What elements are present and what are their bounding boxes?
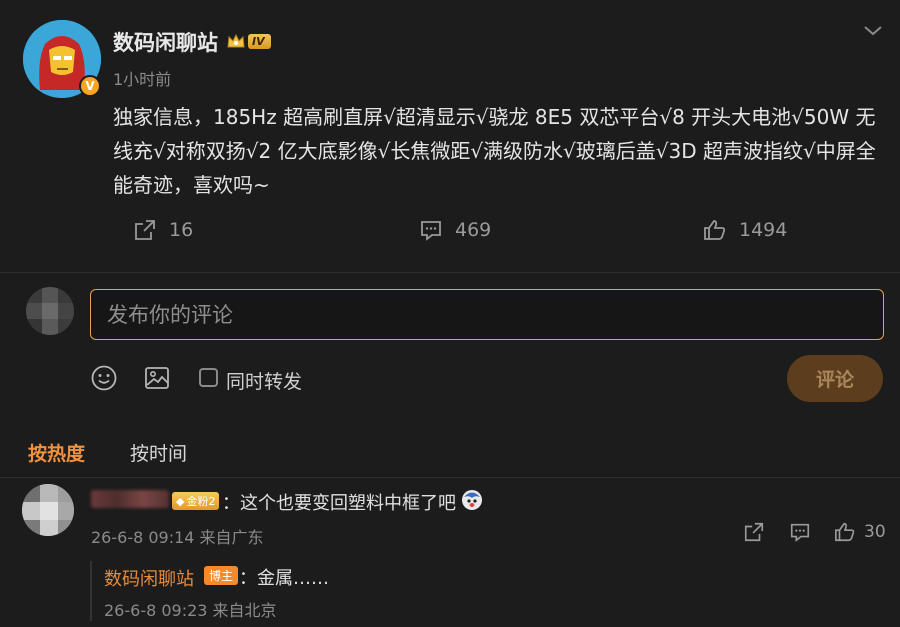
share-icon (135, 220, 155, 240)
share-icon[interactable] (743, 521, 765, 543)
fan-badge: ◆ 金粉2 (172, 492, 220, 510)
verified-badge: V (79, 75, 101, 97)
emoticon-icon (462, 490, 482, 510)
fan-badge-label: 金粉2 (186, 495, 216, 508)
comment-icon (421, 221, 441, 241)
chevron-down-icon[interactable] (862, 22, 884, 40)
comment-input[interactable] (90, 289, 884, 340)
comment-button[interactable]: 469 (419, 218, 491, 242)
level-badge: IV (226, 31, 271, 51)
like-count: 1494 (739, 219, 788, 241)
post-body: 独家信息，185Hz 超高刷直屏√超清显示√骁龙 8E5 双芯平台√8 开头大电… (113, 105, 876, 197)
level-label: IV (248, 33, 271, 49)
post-time: 1小时前 (113, 70, 172, 89)
like-button[interactable]: 1494 (703, 218, 787, 242)
commenter-avatar[interactable] (22, 484, 74, 536)
reply-author[interactable]: 数码闲聊站 (104, 565, 194, 591)
crown-icon (227, 33, 245, 48)
submit-comment-button[interactable]: 评论 (787, 355, 883, 402)
reply-thread-line (90, 561, 92, 621)
reply-meta: 26-6-8 09:23 来自北京 (104, 601, 277, 620)
divider (0, 272, 900, 273)
divider (0, 477, 900, 478)
comment-text: ：这个也要变回塑料中框了吧 (222, 493, 456, 514)
smiley-icon[interactable] (90, 364, 118, 392)
repost-count: 16 (169, 219, 194, 241)
comment-count: 469 (455, 219, 492, 241)
reply-text: ：金属…… (239, 568, 329, 589)
repost-button[interactable]: 16 (133, 218, 193, 242)
fan-icon: ◆ (176, 494, 185, 508)
comment-like-button[interactable]: 30 (834, 521, 886, 543)
commenter-name[interactable] (91, 490, 169, 508)
comment-icon[interactable] (789, 521, 811, 543)
comment-like-count: 30 (864, 522, 886, 542)
author-badge: 博主 (204, 566, 239, 585)
thumbs-up-icon (704, 220, 726, 240)
repost-checkbox[interactable] (199, 368, 218, 387)
author-name[interactable]: 数码闲聊站 (113, 27, 218, 57)
thumbs-up-icon (835, 522, 855, 542)
image-icon[interactable] (143, 364, 171, 392)
repost-label[interactable]: 同时转发 (226, 367, 302, 394)
user-avatar[interactable] (26, 287, 74, 335)
tab-sort-hot[interactable]: 按热度 (28, 439, 85, 466)
comment-meta: 26-6-8 09:14 来自广东 (91, 528, 264, 547)
tab-sort-time[interactable]: 按时间 (130, 439, 187, 466)
